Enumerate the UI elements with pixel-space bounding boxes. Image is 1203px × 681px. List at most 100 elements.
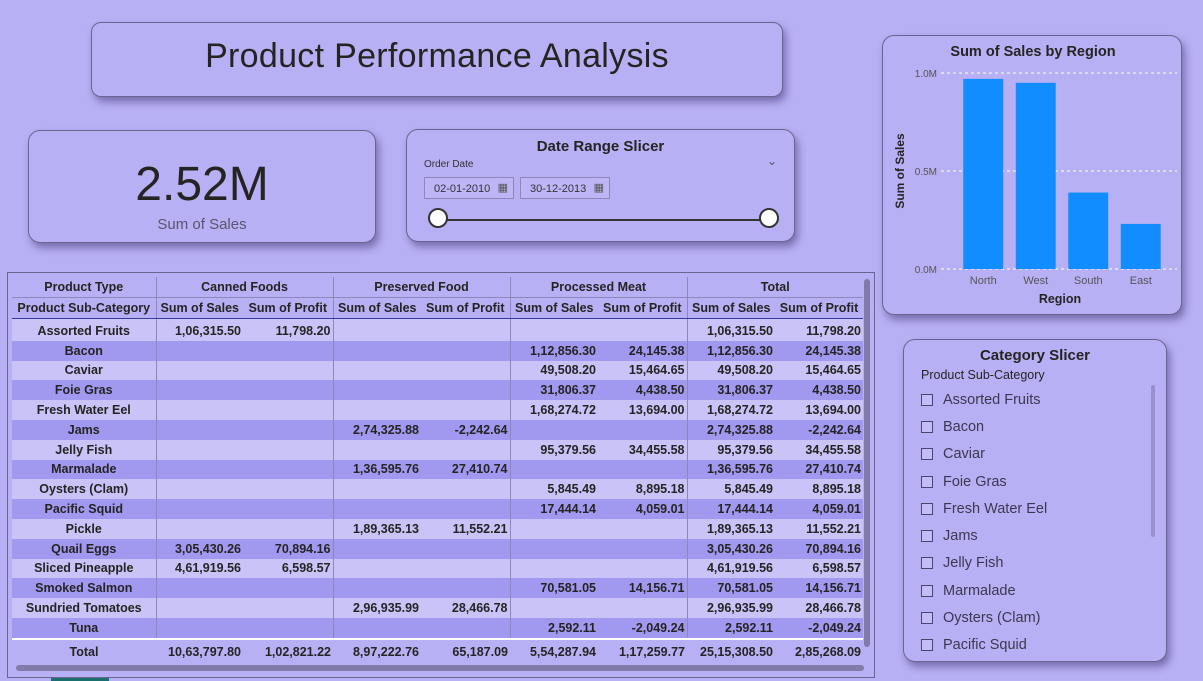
- cell-value: [155, 439, 243, 460]
- category-slicer-scrollbar[interactable]: [1151, 385, 1155, 537]
- cell-value: [332, 400, 421, 420]
- bar-west[interactable]: [1015, 82, 1056, 269]
- table-row[interactable]: Fresh Water Eel 1,68,274.72 13,694.00 1,68,…: [12, 400, 863, 420]
- checkbox[interactable]: [921, 530, 933, 543]
- header-measure[interactable]: Sum of Sales: [155, 297, 243, 319]
- category-slicer[interactable]: Category Slicer Product Sub-Category Ass…: [903, 339, 1167, 662]
- cell-value: 4,61,919.56: [686, 558, 775, 579]
- cell-value: 4,059.01: [598, 499, 687, 519]
- category-item[interactable]: Assorted Fruits: [921, 386, 1047, 413]
- cell-value: [155, 479, 243, 500]
- cell-value: 27,410.74: [775, 459, 863, 480]
- header-group[interactable]: Processed Meat: [509, 277, 687, 298]
- bar-chart-svg: Sum of Sales by Region Sum of Sales Regi…: [893, 44, 1177, 306]
- category-item[interactable]: Marmalade: [921, 577, 1047, 604]
- cell-value: 15,464.65: [775, 360, 863, 381]
- chevron-down-icon[interactable]: ⌄: [767, 154, 777, 168]
- category-item[interactable]: Oysters (Clam): [921, 604, 1047, 631]
- checkbox[interactable]: [921, 502, 933, 515]
- category-item[interactable]: Bacon: [921, 413, 1047, 440]
- checkbox[interactable]: [921, 557, 933, 570]
- title-card: Product Performance Analysis: [91, 22, 783, 97]
- checkbox[interactable]: [921, 420, 933, 433]
- table-row[interactable]: Sliced Pineapple 4,61,919.56 6,598.57 4,61,…: [12, 558, 863, 579]
- cell-value: 70,894.16: [243, 538, 333, 559]
- table-row[interactable]: Foie Gras 31,806.37 4,438.50 31,806.37 4,438…: [12, 380, 863, 401]
- category-item[interactable]: Foie Gras: [921, 468, 1047, 495]
- cell-value: [332, 558, 421, 579]
- checkbox[interactable]: [921, 612, 933, 625]
- cell-value: 13,694.00: [598, 400, 687, 420]
- header-measure[interactable]: Sum of Sales: [332, 297, 421, 319]
- calendar-icon[interactable]: ▦: [498, 181, 508, 194]
- cell-value: 1,12,856.30: [509, 340, 598, 361]
- header-measure[interactable]: Sum of Profit: [775, 297, 863, 319]
- category-item-label: Pacific Squid: [943, 637, 1027, 654]
- row-label: Assorted Fruits: [12, 318, 156, 341]
- date-slider-start-handle[interactable]: [428, 208, 448, 228]
- table-row[interactable]: Oysters (Clam) 5,845.49 8,895.18 5,845.49 8,…: [12, 479, 863, 500]
- table-row[interactable]: Assorted Fruits 1,06,315.50 11,798.20 1,06,…: [12, 318, 863, 341]
- sales-by-region-chart[interactable]: Sum of Sales by Region Sum of Sales Regi…: [882, 35, 1182, 315]
- product-matrix-table[interactable]: Product Type Canned Foods Preserved Food Pr…: [7, 272, 875, 678]
- date-range-slicer[interactable]: Date Range Slicer Order Date ⌄ 02-01-201…: [406, 129, 795, 242]
- category-item[interactable]: Jelly Fish: [921, 550, 1047, 577]
- checkbox[interactable]: [921, 584, 933, 597]
- table-row[interactable]: Marmalade 1,36,595.76 27,410.74 1,36,595.76…: [12, 459, 863, 480]
- table-row[interactable]: Pacific Squid 17,444.14 4,059.01 17,444.14 4…: [12, 499, 863, 519]
- header-measure[interactable]: Sum of Sales: [686, 297, 775, 319]
- header-group[interactable]: Total: [686, 277, 863, 298]
- start-date-value: 02-01-2010: [434, 183, 491, 195]
- header-measure[interactable]: Sum of Profit: [421, 297, 510, 319]
- header-measure[interactable]: Sum of Profit: [243, 297, 333, 319]
- table-row[interactable]: Smoked Salmon 70,581.05 14,156.71 70,581.05…: [12, 578, 863, 599]
- total-value: 5,54,287.94: [510, 637, 598, 664]
- cell-value: [332, 499, 421, 519]
- checkbox[interactable]: [921, 448, 933, 461]
- checkbox[interactable]: [921, 393, 933, 406]
- kpi-card[interactable]: 2.52M Sum of Sales: [28, 130, 376, 243]
- table-row[interactable]: Jams 2,74,325.88 -2,242.64 2,74,325.88 -2,24…: [12, 419, 863, 440]
- end-date-input[interactable]: 30-12-2013 ▦: [520, 177, 610, 199]
- bar-north[interactable]: [963, 78, 1004, 269]
- table-row[interactable]: Pickle 1,89,365.13 11,552.21 1,89,365.13 11,…: [12, 518, 863, 539]
- table-row[interactable]: Bacon 1,12,856.30 24,145.38 1,12,856.30 24,1…: [12, 340, 863, 361]
- cell-value: 3,05,430.26: [686, 538, 775, 559]
- start-date-input[interactable]: 02-01-2010 ▦: [424, 177, 514, 199]
- cell-value: [421, 340, 510, 361]
- calendar-icon[interactable]: ▦: [594, 181, 604, 194]
- category-item[interactable]: Fresh Water Eel: [921, 495, 1047, 522]
- cell-value: 1,06,315.50: [155, 318, 243, 341]
- cell-value: [421, 617, 510, 639]
- table-row[interactable]: Sundried Tomatoes 2,96,935.99 28,466.78 2,9…: [12, 598, 863, 618]
- table-vertical-scrollbar[interactable]: [864, 279, 870, 647]
- table-row[interactable]: Caviar 49,508.20 15,464.65 49,508.20 15,464.…: [12, 360, 863, 381]
- cell-value: 1,89,365.13: [332, 518, 421, 539]
- bar-south[interactable]: [1068, 192, 1109, 269]
- checkbox[interactable]: [921, 475, 933, 488]
- header-group[interactable]: Canned Foods: [155, 277, 333, 298]
- cell-value: [509, 459, 598, 480]
- table-row[interactable]: Tuna 2,592.11 -2,049.24 2,592.11 -2,049.24: [12, 617, 863, 639]
- category-item[interactable]: Caviar: [921, 441, 1047, 468]
- date-slider-end-handle[interactable]: [759, 208, 779, 228]
- date-slider-track[interactable]: [437, 219, 769, 221]
- category-item[interactable]: Pacific Squid: [921, 632, 1047, 659]
- header-product-type[interactable]: Product Type: [12, 277, 156, 298]
- header-measure[interactable]: Sum of Profit: [598, 297, 687, 319]
- header-measure[interactable]: Sum of Sales: [509, 297, 598, 319]
- header-sub-category[interactable]: Product Sub-Category: [12, 297, 156, 319]
- table-row[interactable]: Jelly Fish 95,379.56 34,455.58 95,379.56 34,…: [12, 439, 863, 460]
- bar-east[interactable]: [1120, 223, 1161, 269]
- total-value: 25,15,308.50: [687, 637, 775, 664]
- cell-value: [243, 360, 333, 381]
- cell-value: [421, 578, 510, 599]
- table-row[interactable]: Quail Eggs 3,05,430.26 70,894.16 3,05,430.2…: [12, 538, 863, 559]
- table-horizontal-scrollbar[interactable]: [16, 665, 864, 671]
- cell-value: 11,798.20: [243, 318, 333, 341]
- category-item-label: Caviar: [943, 446, 985, 463]
- header-group[interactable]: Preserved Food: [332, 277, 510, 298]
- checkbox[interactable]: [921, 639, 933, 652]
- category-item[interactable]: Jams: [921, 522, 1047, 549]
- cell-value: 31,806.37: [509, 380, 598, 401]
